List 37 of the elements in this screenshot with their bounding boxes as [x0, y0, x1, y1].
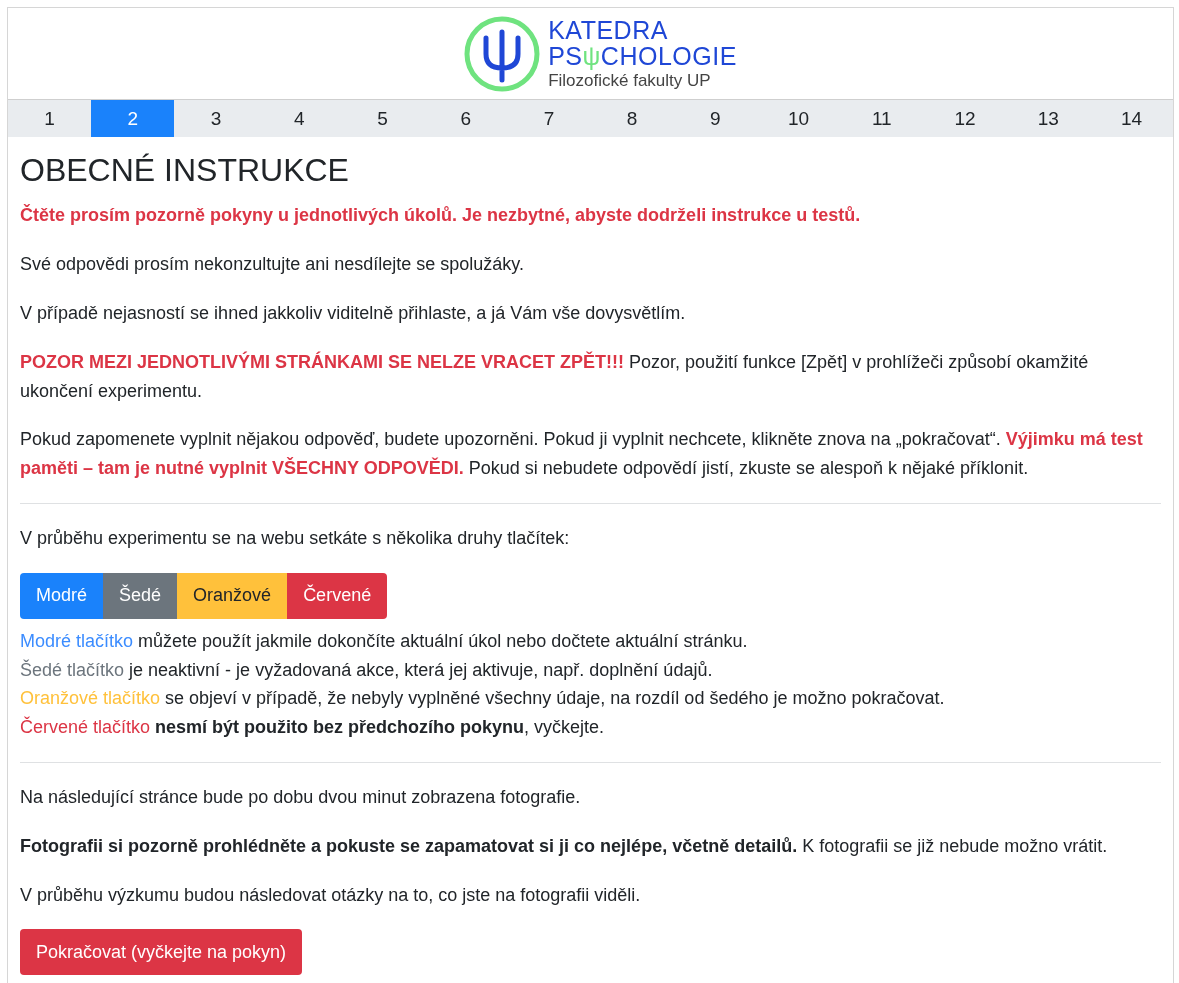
step-tab[interactable]: 13	[1006, 100, 1090, 137]
paragraph: Fotografii si pozorně prohlédněte a pokuste se zapamatovat si ji co nejlépe, včetně detailů. K fotografii se již nebude možno vrátit.	[20, 834, 1109, 858]
step-tab[interactable]: 1	[8, 100, 92, 137]
step-tab[interactable]: 7	[507, 100, 591, 137]
step-tab[interactable]: 12	[923, 100, 1007, 137]
sample-button[interactable]: Modré	[20, 572, 104, 619]
sample-button[interactable]: Šedé	[103, 572, 178, 619]
paragraph: V průběhu výzkumu budou následovat otázky na to, co jste na fotografii viděli.	[20, 883, 642, 907]
paragraph: V průběhu experimentu se na webu setkáte s několika druhy tlačítek:	[20, 526, 571, 550]
step-tab[interactable]: 9	[673, 100, 757, 137]
sample-button[interactable]: Oranžové	[177, 572, 288, 619]
continue-button[interactable]: Pokračovat (vyčkejte na pokyn)	[20, 929, 303, 976]
paragraph: Čtěte prosím pozorně pokyny u jednotlivých úkolů. Je nezbytné, abyste dodrželi instrukce u testů.	[20, 203, 862, 228]
paragraph: V případě nejasností se ihned jakkoliv viditelně přihlaste, a já Vám vše dovysvětlím.	[20, 302, 687, 325]
paragraph: Šedé tlačítko je neaktivní - je vyžadovaná akce, která jej aktivuje, např. doplnění údajů.	[20, 658, 714, 682]
paragraph: Na následující stránce bude po dobu dvou minut zobrazena fotografie.	[20, 785, 582, 809]
logo-title: PSψCHOLOGIE	[548, 43, 737, 70]
step-tab[interactable]: 11	[840, 100, 924, 137]
page-title: OBECNÉ INSTRUKCE	[20, 151, 350, 190]
step-tab[interactable]: 2	[91, 100, 175, 137]
sample-button[interactable]: Červené	[287, 572, 388, 619]
step-tab[interactable]: 6	[424, 100, 508, 137]
psi-logo-icon	[464, 15, 541, 92]
logo-title: KATEDRA	[548, 16, 668, 44]
paragraph: Pokud zapomenete vyplnit nějakou odpověď, budete upozorněni. Pokud ji vyplnit nechcete, klikněte znova na „pokračovat“. Výjimku má test paměti – tam je nutné vyplnit VŠECHNY ODPOVĚDI. Pokud si nebudete odpovědí jistí, zkuste se alespoň k nějaké příklonit.	[20, 428, 1144, 481]
step-tab[interactable]: 14	[1089, 100, 1173, 137]
step-tab[interactable]: 8	[590, 100, 674, 137]
step-tab[interactable]: 4	[257, 100, 341, 137]
paragraph: Modré tlačítko můžete použít jakmile dokončíte aktuální úkol nebo dočtete aktuální stránku.	[20, 629, 749, 653]
paragraph: Své odpovědi prosím nekonzultujte ani nesdílejte se spolužáky.	[20, 253, 525, 277]
step-tab[interactable]: 10	[756, 100, 841, 137]
step-tab[interactable]: 5	[340, 100, 425, 137]
paragraph: Oranžové tlačítko se objeví v případě, že nebyly vyplněné všechny údaje, na rozdíl od šedého je možno pokračovat.	[20, 687, 946, 711]
logo-subtitle: Filozofické fakulty UP	[548, 72, 711, 91]
step-tab[interactable]: 3	[174, 100, 258, 137]
paragraph: POZOR MEZI JEDNOTLIVÝMI STRÁNKAMI SE NELZE VRACET ZPĚT!!! Pozor, použití funkce [Zpět] v prohlížeči způsobí okamžité ukončení experimentu.	[20, 350, 1090, 403]
paragraph: Červené tlačítko nesmí být použito bez předchozího pokynu, vyčkejte.	[20, 715, 606, 740]
